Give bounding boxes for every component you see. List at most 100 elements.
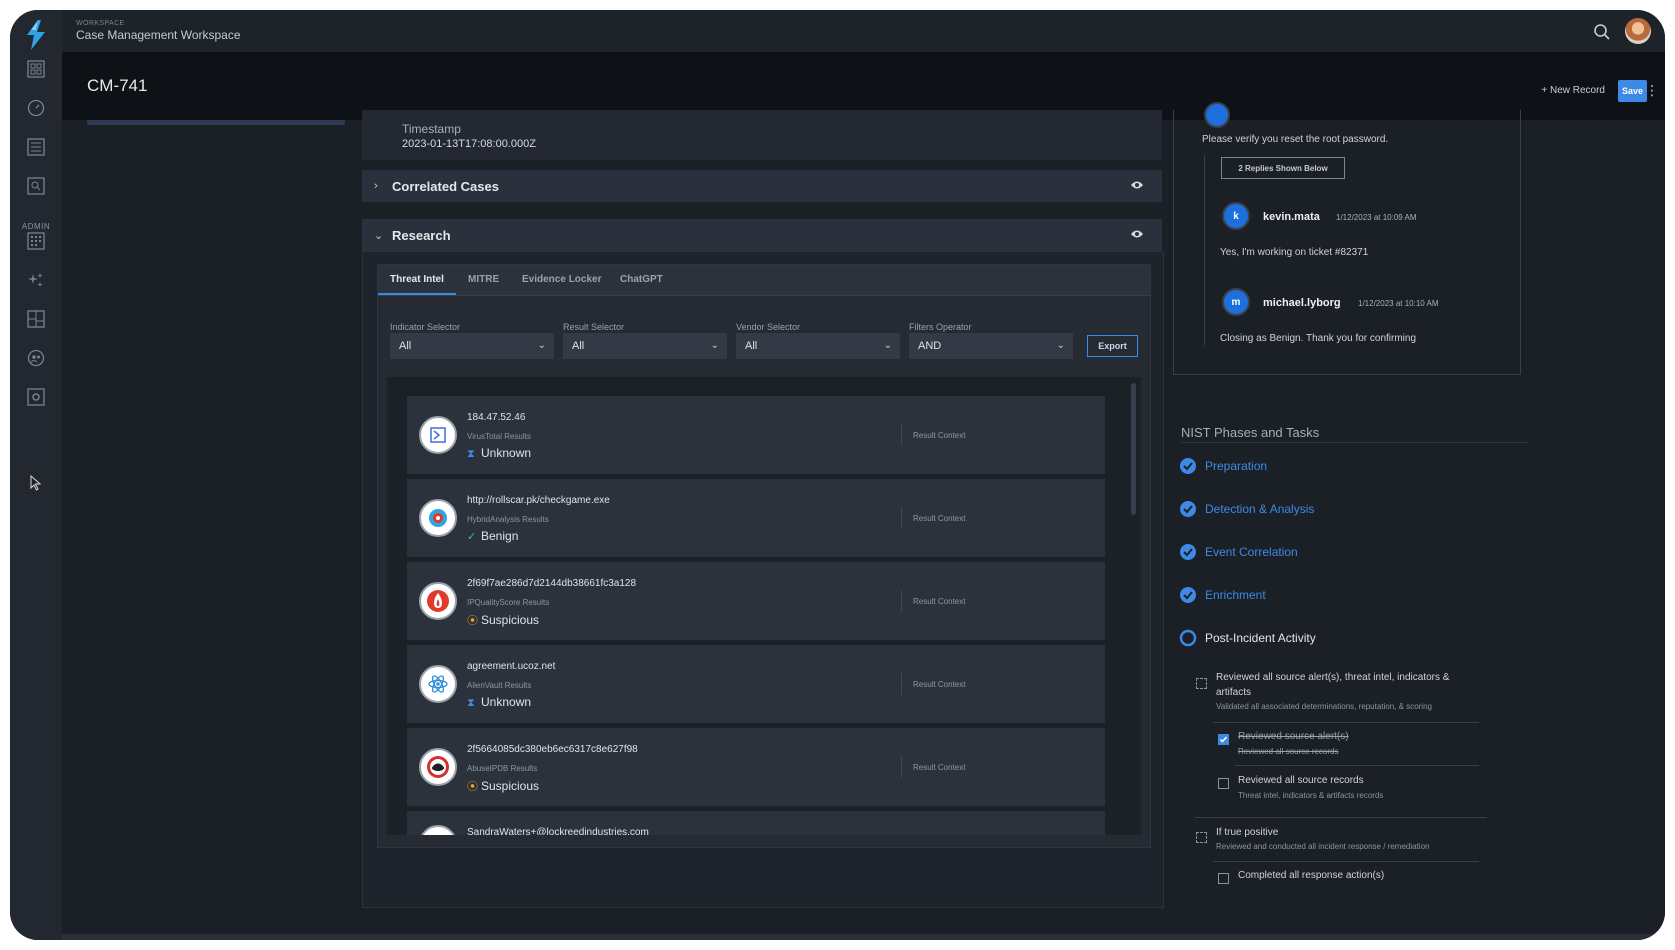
export-button[interactable]: Export — [1087, 335, 1138, 357]
result-context[interactable]: Result Context — [913, 597, 965, 606]
comments-panel: Please verify you reset the root passwor… — [1173, 102, 1521, 375]
app-logo[interactable] — [22, 18, 50, 52]
result-row[interactable]: 2f5664085dc380eb6ec6317c8e627f98 AbuseIP… — [407, 728, 1105, 806]
subtask-checkbox[interactable] — [1218, 873, 1229, 884]
indicator-selector[interactable]: All ⌄ — [390, 333, 554, 359]
left-nav: ADMIN — [10, 10, 62, 940]
check-icon — [1219, 736, 1228, 743]
subtask-title: Reviewed all source records — [1238, 775, 1364, 786]
comment-avatar — [1204, 102, 1230, 128]
reply-text: Closing as Benign. Thank you for confirm… — [1220, 333, 1417, 344]
correlated-cases-header[interactable]: › Correlated Cases — [362, 170, 1162, 202]
dashboard-icon[interactable] — [25, 58, 47, 80]
bottom-edge — [62, 934, 1665, 940]
result-source: IPQualityScore Results — [467, 598, 550, 607]
phase-label: Event Correlation — [1205, 545, 1298, 559]
phase-detection-analysis[interactable]: Detection & Analysis — [1179, 499, 1314, 519]
result-context[interactable]: Result Context — [913, 431, 965, 440]
left-column-selection — [87, 120, 345, 125]
verdict-text: Benign — [481, 529, 519, 543]
chevron-down-icon: ⌄ — [1056, 340, 1065, 351]
task-title-continued: artifacts — [1216, 687, 1252, 698]
verdict-text: Unknown — [481, 695, 532, 709]
new-record-button[interactable]: + New Record — [1541, 85, 1605, 96]
indicator-selector-label: Indicator Selector — [390, 322, 461, 332]
task-subtitle: Validated all associated determinations,… — [1216, 702, 1432, 711]
phase-enrichment[interactable]: Enrichment — [1179, 585, 1266, 605]
top-bar: WORKSPACE Case Management Workspace — [62, 10, 1665, 53]
replies-toggle-button[interactable]: 2 Replies Shown Below — [1221, 157, 1345, 179]
active-tab-indicator — [378, 293, 456, 295]
filters-operator-selector[interactable]: AND ⌄ — [909, 333, 1073, 359]
task-checkbox[interactable] — [1196, 832, 1207, 843]
result-row[interactable]: http://rollscar.pk/checkgame.exe HybridA… — [407, 479, 1105, 557]
check-circle-icon — [1180, 501, 1196, 517]
result-row[interactable]: SandraWaters+@lockreedindustries.com — [407, 811, 1105, 835]
reply-avatar: m — [1222, 288, 1250, 316]
eye-icon[interactable] — [1130, 229, 1144, 239]
result-context[interactable]: Result Context — [913, 514, 965, 523]
research-header[interactable]: ⌄ Research — [362, 219, 1162, 251]
filters-operator-label: Filters Operator — [909, 322, 972, 332]
sparkle-icon[interactable] — [25, 269, 47, 291]
comment-text: Please verify you reset the root passwor… — [1202, 134, 1389, 145]
workspace-title[interactable]: Case Management Workspace — [76, 28, 241, 42]
app-window: ADMIN WORKSPACE Case Management Workspac… — [10, 10, 1665, 940]
result-verdict: ⦿ Suspicious — [467, 612, 539, 628]
subtask-checkbox-checked[interactable] — [1218, 734, 1229, 745]
eye-icon[interactable] — [1130, 180, 1144, 190]
search-report-icon[interactable] — [25, 175, 47, 197]
phase-post-incident-activity[interactable]: Post-Incident Activity — [1179, 628, 1316, 648]
verdict-text: Suspicious — [481, 779, 540, 793]
users-icon[interactable] — [25, 347, 47, 369]
layout-icon[interactable] — [25, 308, 47, 330]
more-options-icon[interactable]: ⋮ — [1645, 82, 1659, 99]
user-avatar[interactable] — [1625, 18, 1651, 44]
workspace-label: WORKSPACE — [76, 20, 125, 27]
result-row[interactable]: 184.47.52.46 VirusTotal Results ⧗ Unknown… — [407, 396, 1105, 474]
result-context[interactable]: Result Context — [913, 680, 965, 689]
reply-username[interactable]: kevin.mata — [1263, 211, 1320, 223]
task-checkbox[interactable] — [1196, 678, 1207, 689]
reply-username[interactable]: michael.lyborg — [1263, 297, 1341, 309]
list-icon[interactable] — [25, 136, 47, 158]
task-title: Reviewed all source alert(s), threat int… — [1216, 672, 1450, 683]
result-context[interactable]: Result Context — [913, 763, 965, 772]
timestamp-value: 2023-01-13T17:08:00.000Z — [402, 138, 536, 150]
chevron-down-icon: ⌄ — [883, 340, 892, 351]
result-row[interactable]: agreement.ucoz.net AlienVault Results ⧗ U… — [407, 645, 1105, 723]
vendor-selector[interactable]: All ⌄ — [736, 333, 900, 359]
warning-icon: ⦿ — [467, 615, 478, 627]
results-scrollbar[interactable] — [1131, 383, 1136, 515]
reply-text: Yes, I'm working on ticket #82371 — [1220, 247, 1369, 258]
tab-threat-intel[interactable]: Threat Intel — [390, 274, 444, 285]
main-content: Timestamp 2023-01-13T17:08:00.000Z › Cor… — [62, 102, 1665, 940]
result-row[interactable]: 2f69f7ae286d7d2144db38661fc3a128 IPQuali… — [407, 562, 1105, 640]
chevron-right-icon: › — [374, 180, 378, 192]
divider — [901, 507, 902, 529]
gauge-icon[interactable] — [25, 97, 47, 119]
tab-mitre[interactable]: MITRE — [468, 274, 499, 285]
search-icon[interactable] — [1593, 23, 1611, 41]
settings-icon[interactable] — [25, 386, 47, 408]
result-source: VirusTotal Results — [467, 432, 531, 441]
chevron-down-icon: ⌄ — [374, 229, 384, 242]
subtask-title: Completed all response action(s) — [1238, 870, 1385, 881]
vendor-logo — [419, 825, 457, 835]
tab-evidence-locker[interactable]: Evidence Locker — [522, 274, 601, 285]
divider — [1181, 442, 1529, 443]
tab-chatgpt[interactable]: ChatGPT — [620, 274, 663, 285]
result-indicator: http://rollscar.pk/checkgame.exe — [467, 495, 610, 506]
verdict-text: Suspicious — [481, 613, 540, 627]
phase-event-correlation[interactable]: Event Correlation — [1179, 542, 1298, 562]
save-button[interactable]: Save — [1618, 80, 1647, 102]
phase-label: Detection & Analysis — [1205, 502, 1315, 516]
phase-preparation[interactable]: Preparation — [1179, 456, 1267, 476]
check-icon: ✓ — [467, 531, 477, 543]
grid-icon[interactable] — [25, 230, 47, 252]
subtask-checkbox[interactable] — [1218, 778, 1229, 789]
verdict-text: Unknown — [481, 446, 532, 460]
result-selector[interactable]: All ⌄ — [563, 333, 727, 359]
result-verdict: ⦿ Suspicious — [467, 778, 539, 794]
hourglass-icon: ⧗ — [467, 448, 475, 460]
